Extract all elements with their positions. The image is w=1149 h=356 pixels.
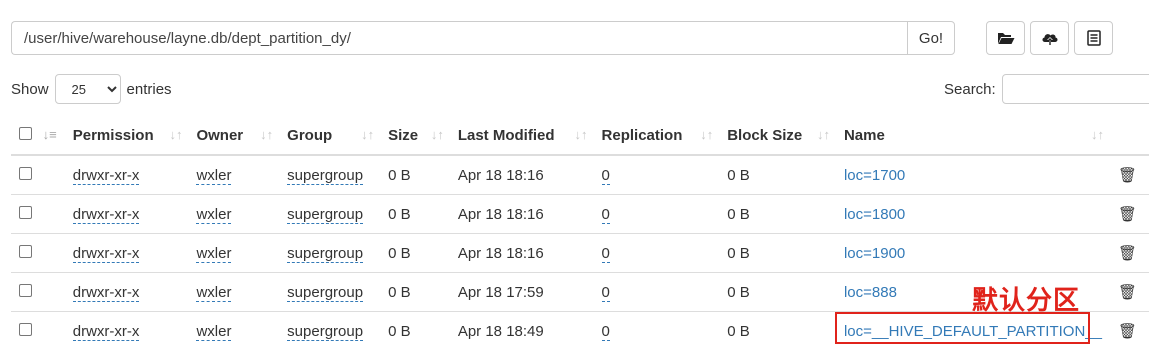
name-link[interactable]: loc=888 (844, 284, 897, 301)
column-group[interactable]: Group ↓↑ (279, 116, 381, 156)
table-row: drwxr-xr-x wxler supergroup 0 B Apr 18 1… (11, 194, 1149, 234)
create-directory-button[interactable] (986, 21, 1025, 55)
permission-link[interactable]: drwxr-xr-x (72, 283, 140, 302)
last-modified-cell: Apr 18 18:16 (449, 154, 594, 195)
sort-icon: ↓↑ (816, 127, 830, 142)
replication-link[interactable]: 0 (601, 244, 610, 263)
group-link[interactable]: supergroup (287, 244, 364, 263)
last-modified-cell: Apr 18 18:16 (449, 194, 594, 234)
block-size-cell: 0 B (719, 154, 836, 195)
owner-link[interactable]: wxler (196, 205, 232, 224)
owner-link[interactable]: wxler (196, 244, 232, 263)
table-header-row: ↓≡ Permission ↓↑ Owner ↓↑ Group ↓↑ Size ↓↑ L… (11, 116, 1149, 156)
cut-list-button[interactable] (1074, 21, 1113, 55)
sort-icon: ↓↑ (361, 127, 375, 142)
list-icon (1086, 30, 1101, 46)
show-label: Show (11, 80, 49, 98)
replication-link[interactable]: 0 (601, 166, 610, 185)
trash-icon[interactable]: 🗑 (1118, 245, 1137, 262)
column-last-modified[interactable]: Last Modified ↓↑ (449, 116, 594, 156)
column-permission[interactable]: Permission ↓↑ (64, 116, 189, 156)
select-all-checkbox[interactable] (19, 126, 32, 140)
column-actions (1109, 116, 1149, 156)
group-link[interactable]: supergroup (287, 205, 364, 224)
entries-select[interactable]: 25 (54, 74, 121, 104)
search-control: Search: (944, 74, 1149, 104)
entries-label: entries (126, 80, 172, 98)
sort-icon[interactable]: ↓≡ (43, 127, 57, 142)
select-all-header: ↓≡ (11, 116, 65, 156)
row-checkbox[interactable] (19, 205, 32, 219)
name-link[interactable]: loc=1900 (844, 245, 905, 262)
row-checkbox[interactable] (19, 244, 32, 258)
trash-icon[interactable]: 🗑 (1118, 167, 1137, 184)
last-modified-cell: Apr 18 17:59 (449, 272, 594, 312)
column-name[interactable]: Name ↓↑ (835, 116, 1110, 156)
column-replication[interactable]: Replication ↓↑ (593, 116, 720, 156)
sort-icon: ↓↑ (574, 127, 588, 142)
replication-link[interactable]: 0 (601, 283, 610, 302)
upload-cloud-icon (1041, 33, 1058, 45)
length-control: Show 25 entries (11, 74, 172, 104)
table-row: drwxr-xr-x wxler supergroup 0 B Apr 18 1… (11, 233, 1149, 273)
sort-icon: ↓↑ (430, 127, 444, 142)
sort-icon: ↓↑ (1090, 127, 1104, 142)
search-input[interactable] (1001, 74, 1149, 104)
last-modified-cell: Apr 18 18:16 (449, 233, 594, 273)
table-row: drwxr-xr-x wxler supergroup 0 B Apr 18 1… (11, 154, 1149, 195)
folder-open-icon (997, 33, 1014, 44)
owner-link[interactable]: wxler (196, 322, 232, 341)
upload-button[interactable] (1030, 21, 1069, 55)
group-link[interactable]: supergroup (287, 283, 364, 302)
row-checkbox[interactable] (19, 322, 32, 336)
name-link[interactable]: loc=1700 (844, 167, 905, 184)
column-owner[interactable]: Owner ↓↑ (188, 116, 280, 156)
permission-link[interactable]: drwxr-xr-x (72, 205, 140, 224)
column-size[interactable]: Size ↓↑ (380, 116, 450, 156)
row-checkbox[interactable] (19, 283, 32, 297)
row-checkbox[interactable] (19, 166, 32, 180)
owner-link[interactable]: wxler (196, 283, 232, 302)
sort-icon: ↓↑ (260, 127, 274, 142)
sort-icon: ↓↑ (700, 127, 714, 142)
column-block-size[interactable]: Block Size ↓↑ (719, 116, 836, 156)
replication-link[interactable]: 0 (601, 205, 610, 224)
name-link[interactable]: loc=1800 (844, 206, 905, 223)
size-cell: 0 B (380, 194, 450, 234)
permission-link[interactable]: drwxr-xr-x (72, 322, 140, 341)
group-link[interactable]: supergroup (287, 166, 364, 185)
block-size-cell: 0 B (719, 311, 836, 350)
annotation-label: 默认分区 (972, 286, 1081, 316)
size-cell: 0 B (380, 233, 450, 273)
path-bar: Go! (11, 21, 955, 55)
go-button[interactable]: Go! (907, 21, 955, 55)
owner-link[interactable]: wxler (196, 166, 232, 185)
group-link[interactable]: supergroup (287, 322, 364, 341)
size-cell: 0 B (380, 272, 450, 312)
sort-icon: ↓↑ (169, 127, 183, 142)
block-size-cell: 0 B (719, 194, 836, 234)
block-size-cell: 0 B (719, 233, 836, 273)
path-input[interactable] (11, 21, 907, 55)
search-label: Search: (944, 80, 996, 98)
trash-icon[interactable]: 🗑 (1118, 284, 1137, 301)
trash-icon[interactable]: 🗑 (1118, 323, 1137, 340)
size-cell: 0 B (380, 154, 450, 195)
size-cell: 0 B (380, 311, 450, 350)
permission-link[interactable]: drwxr-xr-x (72, 166, 140, 185)
block-size-cell: 0 B (719, 272, 836, 312)
trash-icon[interactable]: 🗑 (1118, 206, 1137, 223)
permission-link[interactable]: drwxr-xr-x (72, 244, 140, 263)
replication-link[interactable]: 0 (601, 322, 610, 341)
last-modified-cell: Apr 18 18:49 (449, 311, 594, 350)
